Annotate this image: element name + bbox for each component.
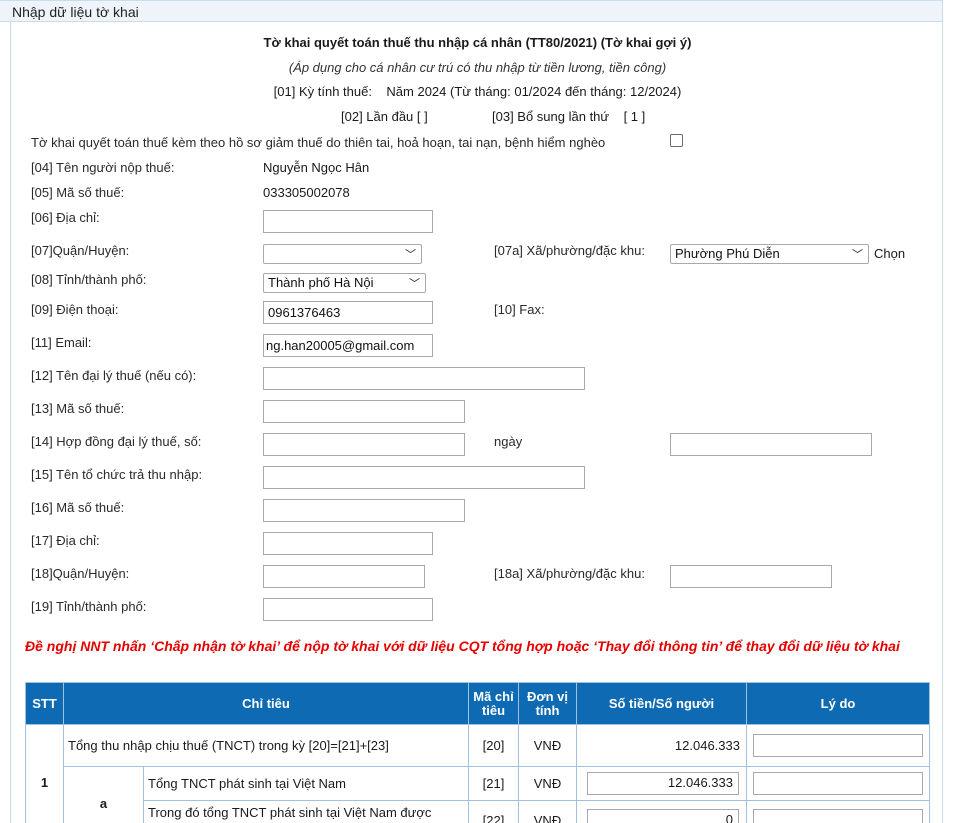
amount-input[interactable]: 12.046.333: [587, 772, 739, 795]
header-item: Chỉ tiêu: [63, 682, 469, 725]
form-panel: Tờ khai quyết toán thuế thu nhập cá nhân…: [10, 22, 943, 823]
first-time-label: [02] Lần đầu [ ]: [341, 109, 428, 124]
header-stt: STT: [25, 682, 64, 725]
ward-label: [07a] Xã/phường/đặc khu:: [494, 243, 645, 258]
ward-select-value: Phường Phú Diễn: [675, 246, 780, 261]
email-label: [11] Email:: [31, 335, 92, 350]
phone-input[interactable]: 0961376463: [263, 301, 433, 324]
agent-tax-code-input[interactable]: [263, 400, 465, 423]
province-select-value: Thành phố Hà Nội: [268, 275, 374, 290]
agent-name-label: [12] Tên đại lý thuế (nếu có):: [31, 368, 197, 383]
email-input[interactable]: ng.han20005@gmail.com: [263, 334, 433, 357]
tax-period-value: Năm 2024 (Từ tháng: 01/2024 đến tháng: 1…: [386, 84, 682, 99]
tax-period: [01] Kỳ tính thuế: Năm 2024 (Từ tháng: 0…: [11, 84, 944, 99]
reason-input[interactable]: [753, 734, 923, 757]
agent-contract-date-label: ngày: [494, 434, 523, 449]
tax-code-label: [05] Mã số thuế:: [31, 185, 125, 200]
table-row: 1 Tổng thu nhập chịu thuế (TNCT) trong k…: [25, 724, 930, 823]
agent-tax-code-label: [13] Mã số thuế:: [31, 401, 125, 416]
table-row: Trong đó tổng TNCT phát sinh tại Việt Na…: [26, 800, 930, 823]
payer-district-input[interactable]: [263, 565, 425, 588]
row-code: [21]: [468, 766, 519, 801]
supplement-value: [ 1 ]: [623, 109, 646, 124]
province-select[interactable]: Thành phố Hà Nội ﹀: [263, 273, 426, 293]
tax-code-value: 033305002078: [263, 185, 350, 200]
chevron-down-icon: ﹀: [852, 249, 863, 261]
taxpayer-name-value: Nguyễn Ngọc Hân: [263, 160, 370, 175]
agent-contract-date-input[interactable]: [670, 433, 872, 456]
agent-name-input[interactable]: [263, 367, 585, 390]
table-row: a Tổng TNCT phát sinh tại Việt Nam [21] …: [26, 766, 930, 823]
payer-ward-label: [18a] Xã/phường/đặc khu:: [494, 566, 645, 581]
payer-org-label: [15] Tên tổ chức trả thu nhập:: [31, 467, 203, 482]
payer-tax-code-input[interactable]: [263, 499, 465, 522]
row-sub: a: [63, 766, 144, 823]
payer-district-label: [18]Quận/Huyện:: [31, 566, 130, 581]
row-reason: [746, 766, 930, 801]
row-unit: VNĐ: [518, 766, 577, 801]
district-select[interactable]: ﹀: [263, 244, 422, 264]
district-label: [07]Quận/Huyện:: [31, 243, 130, 258]
row-reason: [746, 724, 930, 767]
disaster-checkbox-label: Tờ khai quyết toán thuế kèm theo hồ sơ g…: [31, 135, 606, 150]
agent-contract-label: [14] Hợp đồng đại lý thuế, số:: [31, 434, 202, 449]
warning-message: Đề nghị NNT nhấn ‘Chấp nhận tờ khai’ để …: [25, 638, 900, 654]
address-label: [06] Địa chỉ:: [31, 210, 100, 225]
panel-title: Nhập dữ liệu tờ khai: [0, 0, 943, 22]
choose-link[interactable]: Chọn: [874, 246, 905, 261]
header-amount: Số tiền/Số người: [576, 682, 747, 725]
taxpayer-name-label: [04] Tên người nộp thuế:: [31, 160, 175, 175]
fax-label: [10] Fax:: [494, 302, 545, 317]
row-unit: VNĐ: [518, 724, 577, 767]
ward-select[interactable]: Phường Phú Diễn ﹀: [670, 244, 869, 264]
payer-org-input[interactable]: [263, 466, 585, 489]
disaster-checkbox[interactable]: [670, 134, 683, 147]
row-item: Tổng TNCT phát sinh tại Việt Nam: [143, 766, 469, 801]
payer-tax-code-label: [16] Mã số thuế:: [31, 500, 125, 515]
payer-address-input[interactable]: [263, 532, 433, 555]
header-reason: Lý do: [746, 682, 930, 725]
row-item: Tổng thu nhập chịu thuế (TNCT) trong kỳ …: [63, 724, 469, 767]
chevron-down-icon: ﹀: [405, 249, 416, 261]
tax-items-table: STT Chỉ tiêu Mã chỉ tiêu Đơn vị tính Số …: [25, 682, 930, 823]
form-title: Tờ khai quyết toán thuế thu nhập cá nhân…: [263, 35, 692, 50]
row-code: [20]: [468, 724, 519, 767]
table-header-row: STT Chỉ tiêu Mã chỉ tiêu Đơn vị tính Số …: [25, 682, 930, 725]
amount-input[interactable]: 0: [587, 809, 739, 823]
header-code: Mã chỉ tiêu: [468, 682, 519, 725]
row-amount: 12.046.333: [576, 724, 747, 767]
payer-address-label: [17] Địa chỉ:: [31, 533, 100, 548]
row-amount-cell: 12.046.333: [576, 766, 747, 801]
supplement: [03] Bổ sung lần thứ [ 1 ]: [492, 109, 645, 124]
row-reason: [746, 800, 930, 823]
row-item: Trong đó tổng TNCT phát sinh tại Việt Na…: [143, 800, 469, 823]
row-unit: VNĐ: [518, 800, 577, 823]
row-amount-cell: 0: [576, 800, 747, 823]
tax-period-label: [01] Kỳ tính thuế:: [273, 84, 372, 99]
agent-contract-input[interactable]: [263, 433, 465, 456]
phone-label: [09] Điện thoại:: [31, 302, 119, 317]
chevron-down-icon: ﹀: [409, 278, 420, 290]
form-subtitle: (Áp dụng cho cá nhân cư trú có thu nhập …: [288, 60, 667, 75]
province-label: [08] Tỉnh/thành phố:: [31, 272, 147, 287]
header-unit: Đơn vị tính: [518, 682, 577, 725]
payer-province-label: [19] Tỉnh/thành phố:: [31, 599, 147, 614]
payer-province-input[interactable]: [263, 598, 433, 621]
reason-input[interactable]: [753, 772, 923, 795]
supplement-label: [03] Bổ sung lần thứ: [492, 109, 610, 124]
reason-input[interactable]: [753, 809, 923, 823]
row-code: [22]: [468, 800, 519, 823]
address-input[interactable]: [263, 210, 433, 233]
payer-ward-input[interactable]: [670, 565, 832, 588]
row-stt: 1: [25, 724, 64, 823]
